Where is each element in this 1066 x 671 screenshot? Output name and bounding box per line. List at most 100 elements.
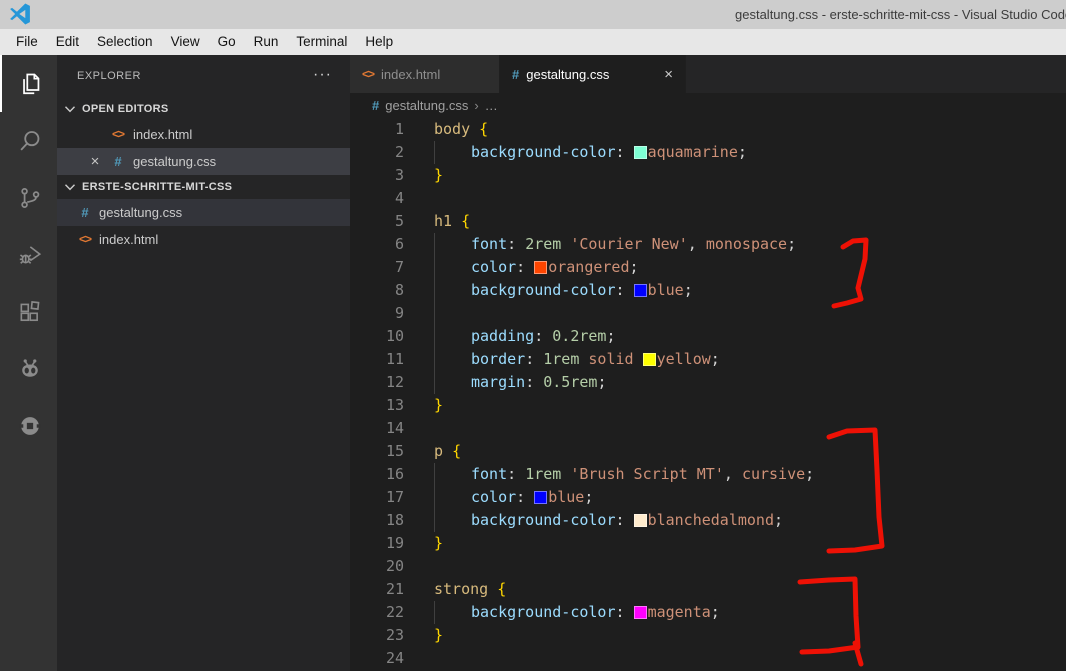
line-number: 6 [350, 233, 404, 256]
code-line-7[interactable]: 7color: orangered; [350, 256, 1066, 279]
menu-item-run[interactable]: Run [245, 29, 288, 55]
line-content [434, 302, 471, 325]
menu-item-help[interactable]: Help [356, 29, 402, 55]
activity-item-run-debug[interactable] [0, 226, 57, 283]
code-token: color [471, 488, 516, 506]
file-item-index-html[interactable]: <>index.html [57, 121, 350, 148]
code-token: , [688, 235, 706, 253]
breadcrumb[interactable]: # gestaltung.css › … [350, 93, 1066, 118]
color-swatch[interactable] [634, 606, 647, 619]
file-item-index-html[interactable]: <>index.html [57, 226, 350, 253]
code-token: font [471, 465, 507, 483]
line-number: 2 [350, 141, 404, 164]
code-editor[interactable]: 1body {2background-color: aquamarine;3}4… [350, 118, 1066, 670]
activity-item-explorer[interactable] [0, 55, 57, 112]
code-line-1[interactable]: 1body { [350, 118, 1066, 141]
activity-item-aperture-ext[interactable] [0, 397, 57, 454]
code-line-8[interactable]: 8background-color: blue; [350, 279, 1066, 302]
color-swatch[interactable] [534, 491, 547, 504]
code-line-16[interactable]: 16font: 1rem 'Brush Script MT', cursive; [350, 463, 1066, 486]
code-token: body [434, 120, 470, 138]
activity-item-search[interactable] [0, 112, 57, 169]
code-line-22[interactable]: 22background-color: magenta; [350, 601, 1066, 624]
code-token: 1rem [543, 350, 579, 368]
code-line-3[interactable]: 3} [350, 164, 1066, 187]
code-line-4[interactable]: 4 [350, 187, 1066, 210]
code-line-21[interactable]: 21 strong { [350, 578, 1066, 601]
color-swatch[interactable] [643, 353, 656, 366]
line-content: font: 1rem 'Brush Script MT', cursive; [434, 463, 814, 486]
menu-item-go[interactable]: Go [209, 29, 245, 55]
breadcrumb-separator: › [474, 98, 478, 113]
color-swatch[interactable] [534, 261, 547, 274]
code-token: ; [584, 488, 593, 506]
close-icon[interactable]: × [656, 66, 673, 83]
code-line-18[interactable]: 18background-color: blanchedalmond; [350, 509, 1066, 532]
line-content: font: 2rem 'Courier New', monospace; [434, 233, 796, 256]
file-item-gestaltung-css[interactable]: #gestaltung.css [57, 199, 350, 226]
section-header-open-editors[interactable]: OPEN EDITORS [57, 97, 350, 121]
code-line-13[interactable]: 13} [350, 394, 1066, 417]
tab-index-html[interactable]: <>index.html [350, 55, 500, 93]
sidebar-header: EXPLORER ··· [57, 55, 350, 97]
menu-item-edit[interactable]: Edit [47, 29, 88, 55]
section-header-erste-schritte-mit-css[interactable]: ERSTE-SCHRITTE-MIT-CSS [57, 175, 350, 199]
tab-gestaltung-css[interactable]: #gestaltung.css× [500, 55, 686, 93]
title-bar: gestaltung.css - erste-schritte-mit-css … [0, 0, 1066, 29]
line-content: strong { [434, 578, 506, 601]
code-token: : [616, 143, 634, 161]
color-swatch[interactable] [634, 514, 647, 527]
indent-guide [434, 509, 471, 532]
line-number: 8 [350, 279, 404, 302]
chevron-down-icon [62, 179, 78, 195]
code-line-11[interactable]: 11border: 1rem solid yellow; [350, 348, 1066, 371]
code-token: blue [548, 488, 584, 506]
line-number: 21 [350, 578, 404, 601]
code-line-12[interactable]: 12margin: 0.5rem; [350, 371, 1066, 394]
code-token [443, 442, 452, 460]
code-line-5[interactable]: 5h1 { [350, 210, 1066, 233]
color-swatch[interactable] [634, 284, 647, 297]
code-line-9[interactable]: 9 [350, 302, 1066, 325]
code-token: { [461, 212, 470, 230]
menu-item-file[interactable]: File [7, 29, 47, 55]
activity-item-source-control[interactable] [0, 169, 57, 226]
close-icon[interactable]: × [86, 148, 104, 175]
menu-item-view[interactable]: View [162, 29, 209, 55]
code-line-24[interactable]: 24 [350, 647, 1066, 670]
activity-item-alien-ext[interactable] [0, 340, 57, 397]
line-content: } [434, 164, 443, 187]
line-content: background-color: magenta; [434, 601, 720, 624]
code-token: : [516, 488, 534, 506]
more-actions-icon[interactable]: ··· [313, 55, 332, 97]
code-line-23[interactable]: 23} [350, 624, 1066, 647]
css-file-icon: # [512, 67, 519, 82]
code-line-20[interactable]: 20 [350, 555, 1066, 578]
line-content: background-color: blanchedalmond; [434, 509, 783, 532]
code-line-15[interactable]: 15p { [350, 440, 1066, 463]
activity-item-extensions[interactable] [0, 283, 57, 340]
code-token: { [497, 580, 506, 598]
code-token: } [434, 534, 443, 552]
code-token: ; [805, 465, 814, 483]
line-content: } [434, 394, 443, 417]
menu-item-terminal[interactable]: Terminal [287, 29, 356, 55]
menubar: FileEditSelectionViewGoRunTerminalHelp [0, 29, 1066, 55]
code-line-2[interactable]: 2background-color: aquamarine; [350, 141, 1066, 164]
code-line-17[interactable]: 17color: blue; [350, 486, 1066, 509]
indent-guide [434, 302, 471, 325]
breadcrumb-more[interactable]: … [485, 98, 498, 113]
code-line-10[interactable]: 10padding: 0.2rem; [350, 325, 1066, 348]
code-line-14[interactable]: 14 [350, 417, 1066, 440]
sidebar-sections: OPEN EDITORS<>index.html×#gestaltung.css… [57, 97, 350, 253]
code-line-19[interactable]: 19} [350, 532, 1066, 555]
color-swatch[interactable] [634, 146, 647, 159]
menu-item-selection[interactable]: Selection [88, 29, 162, 55]
line-content: color: orangered; [434, 256, 639, 279]
file-item-gestaltung-css[interactable]: ×#gestaltung.css [57, 148, 350, 175]
code-line-6[interactable]: 6 font: 2rem 'Courier New', monospace; [350, 233, 1066, 256]
html-file-icon: <> [76, 226, 94, 253]
code-token: ; [711, 603, 720, 621]
code-token: : [507, 235, 525, 253]
indent-guide [434, 486, 471, 509]
